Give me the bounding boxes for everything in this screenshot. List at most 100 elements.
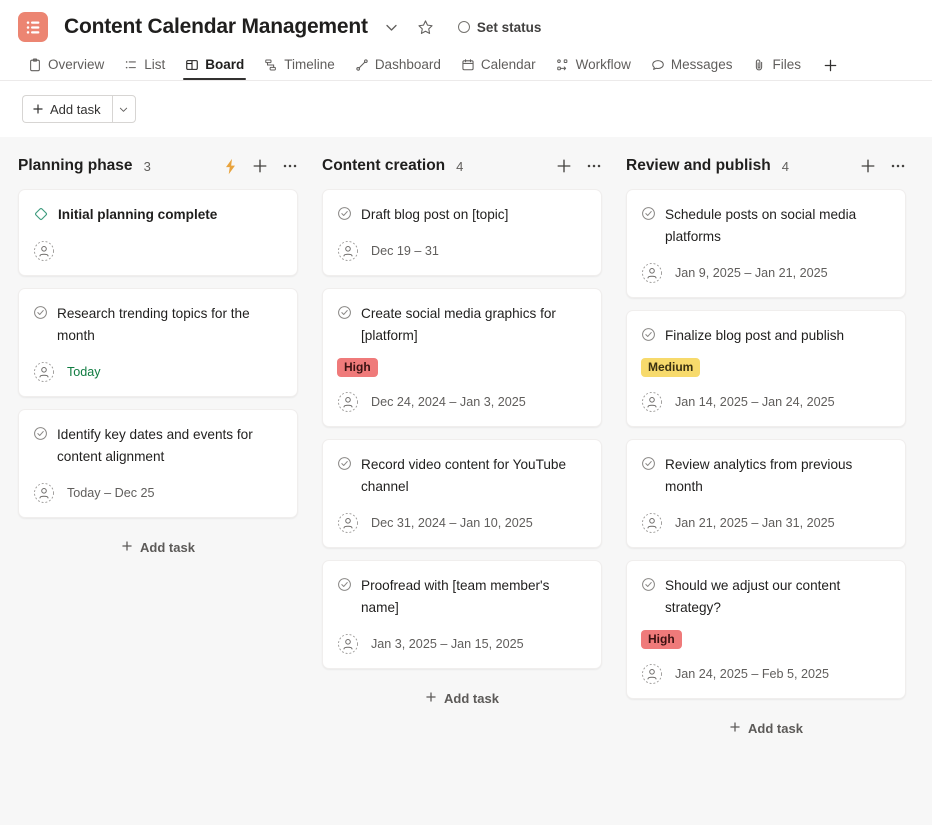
- task-card[interactable]: Identify key dates and events for conten…: [18, 409, 298, 518]
- set-status-label: Set status: [476, 19, 542, 35]
- chevron-down-icon[interactable]: [382, 17, 402, 37]
- column-actions: [223, 158, 298, 175]
- assignee-avatar-placeholder[interactable]: [641, 663, 663, 685]
- tab-list[interactable]: List: [114, 46, 175, 80]
- timeline-icon: [264, 58, 278, 72]
- task-check-icon[interactable]: [337, 206, 352, 221]
- assignee-avatar-placeholder[interactable]: [337, 633, 359, 655]
- column-more-options-button[interactable]: [282, 158, 298, 174]
- tab-label: Overview: [48, 57, 105, 72]
- tab-label: List: [144, 57, 166, 72]
- board-column: Content creation 4 Draft blog post on [top…: [322, 137, 602, 825]
- add-tab-button[interactable]: [811, 46, 850, 80]
- chevron-down-icon: [119, 107, 128, 112]
- due-date[interactable]: Dec 24, 2024 – Jan 3, 2025: [371, 395, 526, 409]
- add-task-button[interactable]: Add task: [22, 95, 112, 123]
- assignee-avatar-placeholder[interactable]: [641, 512, 663, 534]
- due-date[interactable]: Today – Dec 25: [67, 486, 155, 500]
- column-add-task-button[interactable]: Add task: [322, 681, 602, 718]
- task-check-icon[interactable]: [337, 305, 352, 320]
- set-status-button[interactable]: Set status: [457, 19, 542, 35]
- assignee-avatar-placeholder[interactable]: [33, 361, 55, 383]
- page-title: Content Calendar Management: [64, 15, 368, 38]
- due-date[interactable]: Jan 21, 2025 – Jan 31, 2025: [675, 516, 835, 530]
- assignee-avatar-placeholder[interactable]: [337, 512, 359, 534]
- column-task-count: 4: [781, 158, 789, 174]
- task-check-icon[interactable]: [337, 456, 352, 471]
- tab-files[interactable]: Files: [742, 46, 811, 80]
- column-actions: [860, 158, 906, 174]
- add-task-to-column-button[interactable]: [860, 158, 876, 174]
- task-check-icon[interactable]: [641, 577, 656, 592]
- tab-board[interactable]: Board: [175, 46, 254, 80]
- tab-overview[interactable]: Overview: [18, 46, 114, 80]
- task-card[interactable]: Should we adjust our content strategy? Hi…: [626, 560, 906, 699]
- due-date[interactable]: Jan 3, 2025 – Jan 15, 2025: [371, 637, 524, 651]
- list-app-logo-icon: [18, 12, 48, 42]
- column-header: Planning phase 3: [18, 137, 298, 189]
- assignee-avatar-placeholder[interactable]: [641, 391, 663, 413]
- list-icon: [124, 58, 138, 72]
- plus-icon: [729, 721, 741, 736]
- assignee-avatar-placeholder[interactable]: [337, 391, 359, 413]
- card-title: Proofread with [team member's name]: [361, 578, 550, 615]
- task-card[interactable]: Record video content for YouTube channel…: [322, 439, 602, 548]
- assignee-avatar-placeholder[interactable]: [33, 240, 55, 262]
- tab-workflow[interactable]: Workflow: [546, 46, 641, 80]
- task-card[interactable]: Create social media graphics for [platfo…: [322, 288, 602, 427]
- tab-label: Workflow: [575, 57, 631, 72]
- column-add-task-button[interactable]: Add task: [626, 711, 906, 748]
- task-card[interactable]: Draft blog post on [topic] Dec 19 – 31: [322, 189, 602, 276]
- add-task-label: Add task: [50, 101, 101, 117]
- add-task-to-column-button[interactable]: [252, 158, 268, 174]
- assignee-avatar-placeholder[interactable]: [33, 482, 55, 504]
- task-check-icon[interactable]: [337, 577, 352, 592]
- task-check-icon[interactable]: [641, 456, 656, 471]
- task-card[interactable]: Schedule posts on social media platforms…: [626, 189, 906, 298]
- column-more-options-button[interactable]: [890, 158, 906, 174]
- column-more-options-button[interactable]: [586, 158, 602, 174]
- column-actions: [556, 158, 602, 174]
- calendar-icon: [461, 58, 475, 72]
- due-date[interactable]: Dec 31, 2024 – Jan 10, 2025: [371, 516, 533, 530]
- add-task-to-column-button[interactable]: [556, 158, 572, 174]
- task-card[interactable]: Research trending topics for the month To…: [18, 288, 298, 397]
- tab-timeline[interactable]: Timeline: [254, 46, 345, 80]
- board-column: Planning phase 3 Initial planning complete…: [18, 137, 298, 825]
- card-title-row: Finalize blog post and publish: [641, 325, 890, 347]
- due-date[interactable]: Jan 14, 2025 – Jan 24, 2025: [675, 395, 835, 409]
- task-card[interactable]: Finalize blog post and publish Medium Jan …: [626, 310, 906, 427]
- task-check-icon[interactable]: [641, 206, 656, 221]
- task-check-icon[interactable]: [641, 327, 656, 342]
- add-task-dropdown-button[interactable]: [111, 95, 136, 123]
- card-title: Initial planning complete: [58, 207, 218, 222]
- task-card[interactable]: Proofread with [team member's name] Jan 3…: [322, 560, 602, 669]
- milestone-diamond-icon[interactable]: [33, 206, 49, 222]
- lightning-bolt-icon[interactable]: [223, 158, 238, 175]
- due-date[interactable]: Jan 24, 2025 – Feb 5, 2025: [675, 667, 829, 681]
- assignee-avatar-placeholder[interactable]: [641, 262, 663, 284]
- card-title-row: Initial planning complete: [33, 204, 282, 226]
- task-check-icon[interactable]: [33, 426, 48, 441]
- task-card[interactable]: Review analytics from previous month Jan …: [626, 439, 906, 548]
- due-date[interactable]: Today: [67, 365, 101, 379]
- tab-dashboard[interactable]: Dashboard: [345, 46, 451, 80]
- tab-calendar[interactable]: Calendar: [451, 46, 546, 80]
- card-meta: Dec 19 – 31: [337, 240, 586, 262]
- card-title: Identify key dates and events for conten…: [57, 427, 253, 464]
- due-date[interactable]: Jan 9, 2025 – Jan 21, 2025: [675, 266, 828, 280]
- column-title: Review and publish: [626, 157, 771, 174]
- star-icon[interactable]: [416, 17, 436, 37]
- due-date[interactable]: Dec 19 – 31: [371, 244, 439, 258]
- card-title: Review analytics from previous month: [665, 457, 853, 494]
- tab-messages[interactable]: Messages: [641, 46, 743, 80]
- task-check-icon[interactable]: [33, 305, 48, 320]
- plus-icon: [121, 540, 133, 555]
- card-title-row: Draft blog post on [topic]: [337, 204, 586, 226]
- milestone-card[interactable]: Initial planning complete: [18, 189, 298, 276]
- card-title: Should we adjust our content strategy?: [665, 578, 841, 615]
- add-task-group: Add task: [22, 95, 136, 123]
- column-add-task-button[interactable]: Add task: [18, 530, 298, 567]
- toolbar: Add task: [0, 81, 932, 137]
- assignee-avatar-placeholder[interactable]: [337, 240, 359, 262]
